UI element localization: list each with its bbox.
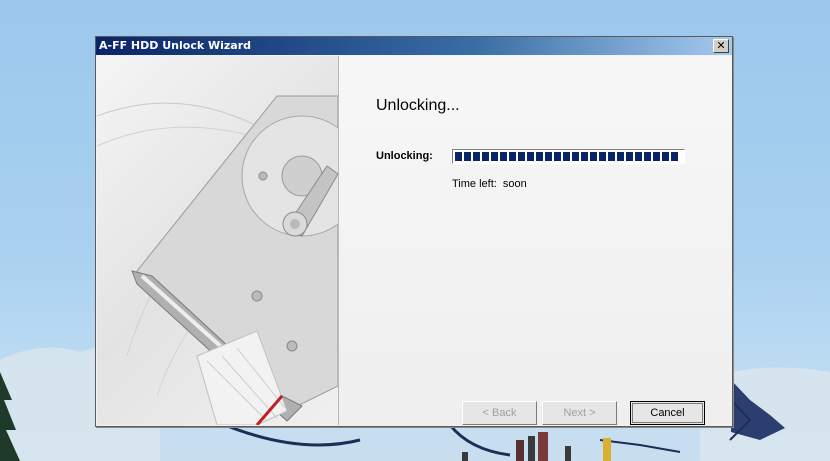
progress-segment xyxy=(455,152,462,161)
progress-segment xyxy=(545,152,552,161)
wizard-window: A-FF HDD Unlock Wizard ✕ Unlocking... Un… xyxy=(95,36,733,427)
hard-drive-image xyxy=(97,95,338,425)
progress-segment xyxy=(635,152,642,161)
progress-segment xyxy=(509,152,516,161)
window-title: A-FF HDD Unlock Wizard xyxy=(99,39,252,52)
progress-segment xyxy=(482,152,489,161)
page-heading: Unlocking... xyxy=(376,97,460,114)
progress-segment xyxy=(473,152,480,161)
progress-segment xyxy=(653,152,660,161)
progress-segment xyxy=(590,152,597,161)
progress-segment xyxy=(671,152,678,161)
progress-segment xyxy=(527,152,534,161)
progress-segment xyxy=(617,152,624,161)
next-button[interactable]: Next > xyxy=(542,401,617,425)
cancel-button[interactable]: Cancel xyxy=(630,401,705,425)
progress-segment xyxy=(536,152,543,161)
progress-segment xyxy=(563,152,570,161)
progress-segment xyxy=(662,152,669,161)
progress-label: Unlocking: xyxy=(376,150,433,162)
progress-segment xyxy=(572,152,579,161)
progress-segment xyxy=(608,152,615,161)
progress-bar xyxy=(452,149,685,164)
time-left: Time left: soon xyxy=(452,178,527,190)
time-left-label: Time left: xyxy=(452,178,497,190)
close-icon[interactable]: ✕ xyxy=(713,39,729,53)
hard-drive-illustration xyxy=(97,56,338,425)
back-button[interactable]: < Back xyxy=(462,401,537,425)
progress-segment xyxy=(554,152,561,161)
wizard-content: Unlocking... Unlocking: Time left: soon <… xyxy=(339,56,731,425)
progress-segment xyxy=(500,152,507,161)
time-left-value: soon xyxy=(502,178,527,190)
progress-segment xyxy=(581,152,588,161)
progress-segment xyxy=(518,152,525,161)
progress-segment xyxy=(644,152,651,161)
title-bar[interactable]: A-FF HDD Unlock Wizard ✕ xyxy=(96,37,732,55)
progress-segment xyxy=(626,152,633,161)
progress-segment xyxy=(491,152,498,161)
progress-segment xyxy=(599,152,606,161)
progress-segment xyxy=(464,152,471,161)
